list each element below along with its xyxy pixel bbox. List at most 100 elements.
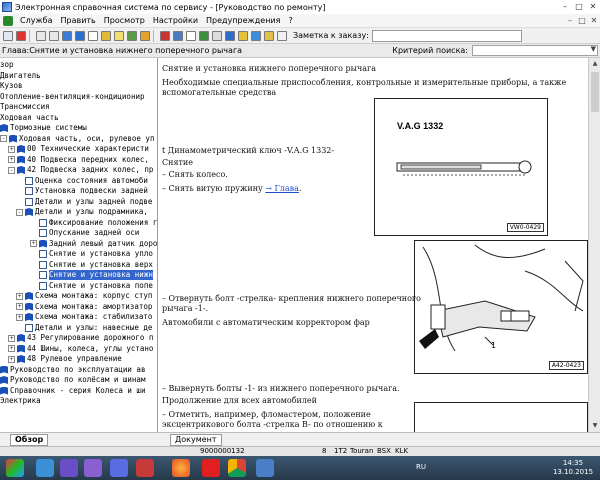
expand-icon[interactable]: + — [8, 355, 15, 363]
doc-restore-button[interactable]: □ — [576, 16, 588, 25]
print-icon[interactable] — [3, 30, 13, 41]
document-icon[interactable] — [186, 30, 196, 41]
menu-service[interactable]: Служба — [16, 16, 56, 25]
app-icon-5[interactable] — [136, 459, 154, 477]
check-icon[interactable] — [212, 30, 222, 41]
pencil-icon[interactable] — [264, 30, 274, 41]
tree-item[interactable]: +44 Шины, колеса, углы устано — [8, 344, 153, 354]
stop-icon[interactable] — [160, 30, 170, 41]
tree-item[interactable]: - Ходовая часть, оси, рулевое уп — [0, 134, 154, 144]
tree-item[interactable]: Опускание задней оси — [30, 228, 139, 238]
tree-item[interactable]: Руководство по колёсам и шинам — [0, 375, 145, 385]
bookmark-icon[interactable] — [101, 30, 111, 41]
yandex-icon[interactable] — [202, 459, 220, 477]
minimize-button[interactable]: – — [558, 1, 572, 13]
firefox-icon[interactable] — [172, 459, 190, 477]
tab-overview[interactable]: Обзор — [10, 433, 49, 446]
tree-item[interactable]: + Схема монтажа: стабилизато — [16, 312, 152, 322]
tree-item[interactable]: Отопление-вентиляция-кондиционир — [0, 92, 145, 102]
scroll-thumb[interactable] — [591, 72, 599, 112]
clock[interactable]: 14:35 13.10.2015 — [551, 459, 595, 477]
tree-item[interactable]: Справочник - серия Колеса и ши — [0, 386, 145, 396]
tree-item[interactable]: Снятие и установка верх — [30, 260, 153, 270]
explorer-icon[interactable] — [36, 459, 54, 477]
expand-icon[interactable]: + — [30, 240, 37, 247]
tree-item[interactable]: Ходовая часть — [0, 113, 59, 123]
maximize-button[interactable]: □ — [572, 1, 586, 13]
expand-icon[interactable]: + — [8, 156, 15, 163]
chart-icon[interactable] — [199, 30, 209, 41]
forward-icon[interactable] — [49, 30, 59, 41]
tree-item[interactable]: Установка подвески задней — [16, 186, 148, 196]
tree-item[interactable]: - 42 Подвеска задних колес, пр — [8, 165, 153, 175]
tree-item[interactable]: Тормозные системы — [0, 123, 87, 133]
language-indicator[interactable]: RU — [416, 463, 426, 471]
menu-edit[interactable]: Править — [56, 16, 99, 25]
chevron-down-icon[interactable]: ▼ — [591, 45, 596, 53]
expand-icon[interactable]: + — [16, 292, 23, 300]
tree-item[interactable]: Оценка состояния автомоби — [16, 176, 148, 186]
tree-item[interactable]: Снятие и установка нижн — [30, 270, 153, 280]
list-icon[interactable] — [127, 30, 137, 41]
search-icon[interactable] — [88, 30, 98, 41]
tree-item[interactable]: Двигатель — [0, 71, 41, 81]
tree-item[interactable]: Трансмиссия — [0, 102, 50, 112]
tree-item[interactable]: +43 Регулирование дорожного п — [8, 333, 153, 343]
app-icon-2[interactable] — [60, 459, 78, 477]
start-icon[interactable] — [6, 459, 24, 477]
help-icon[interactable] — [277, 30, 287, 41]
tree-item[interactable]: +00 Технические характеристи — [8, 144, 149, 154]
scroll-up-icon[interactable]: ▲ — [589, 58, 600, 70]
expand-icon[interactable]: + — [16, 313, 23, 321]
app-icon-3[interactable] — [84, 459, 102, 477]
tree-item[interactable]: +48 Рулевое управление — [8, 354, 122, 364]
close-button[interactable]: ✕ — [586, 1, 600, 13]
tool-icon[interactable] — [173, 30, 183, 41]
tree-item[interactable]: Детали и узлы: навесные де — [16, 323, 152, 333]
menu-help[interactable]: ? — [284, 16, 296, 25]
tree-item[interactable]: Фиксирование положения г — [30, 218, 157, 228]
doc-close-button[interactable]: ✕ — [588, 16, 600, 25]
warning-icon[interactable] — [140, 30, 150, 41]
tree-item[interactable]: Руководство по эксплуатации ав — [0, 365, 145, 375]
tree-item[interactable]: Детали и узлы задней подве — [16, 197, 152, 207]
home-icon[interactable] — [62, 30, 72, 41]
expand-icon[interactable]: + — [8, 334, 15, 342]
menu-settings[interactable]: Настройки — [149, 16, 202, 25]
red-flag-icon[interactable] — [16, 30, 26, 41]
info-icon[interactable] — [251, 30, 261, 41]
star-icon[interactable] — [238, 30, 248, 41]
order-note-field[interactable] — [371, 29, 522, 42]
tree-item[interactable]: + Задний левый датчик доро — [30, 239, 157, 249]
collapse-icon[interactable]: - — [0, 135, 7, 142]
expand-icon[interactable]: + — [8, 345, 15, 352]
doc-minimize-button[interactable]: – — [564, 16, 576, 25]
collapse-icon[interactable]: - — [16, 208, 23, 216]
menu-view[interactable]: Просмотр — [100, 16, 149, 25]
collapse-icon[interactable]: - — [8, 166, 15, 174]
tree-item[interactable]: Снятие и установка упло — [30, 249, 153, 259]
document-menu-icon[interactable] — [3, 15, 13, 26]
search-criterion-dropdown[interactable]: ▼ — [472, 45, 598, 56]
back-icon[interactable] — [36, 30, 46, 41]
scroll-down-icon[interactable]: ▼ — [589, 420, 600, 432]
tree-item[interactable]: Электрика — [0, 396, 41, 406]
tab-document[interactable]: Документ — [170, 433, 222, 446]
expand-icon[interactable]: + — [16, 303, 23, 310]
book-icon[interactable] — [75, 30, 85, 41]
document-vertical-scrollbar[interactable]: ▲ ▼ — [588, 58, 600, 432]
tree-item[interactable]: +40 Подвеска передних колес, — [8, 155, 149, 165]
tree-item[interactable]: Кузов — [0, 81, 23, 91]
arrow-icon[interactable] — [225, 30, 235, 41]
menu-warnings[interactable]: Предупреждения — [202, 16, 284, 25]
chapter-link[interactable]: → Глава — [265, 184, 299, 193]
chrome-icon[interactable] — [228, 459, 246, 477]
tree-item[interactable]: Снятие и установка попе — [30, 281, 153, 291]
tree-item[interactable]: + Схема монтажа: амортизатор — [16, 302, 152, 312]
tree-item[interactable]: - Детали и узлы подрамника, — [16, 207, 148, 217]
tree-item[interactable]: зор — [0, 60, 14, 70]
tree-item[interactable]: + Схема монтажа: корпус ступ — [16, 291, 152, 301]
expand-icon[interactable]: + — [8, 145, 15, 153]
notes-icon[interactable] — [114, 30, 124, 41]
app-icon-9[interactable] — [256, 459, 274, 477]
